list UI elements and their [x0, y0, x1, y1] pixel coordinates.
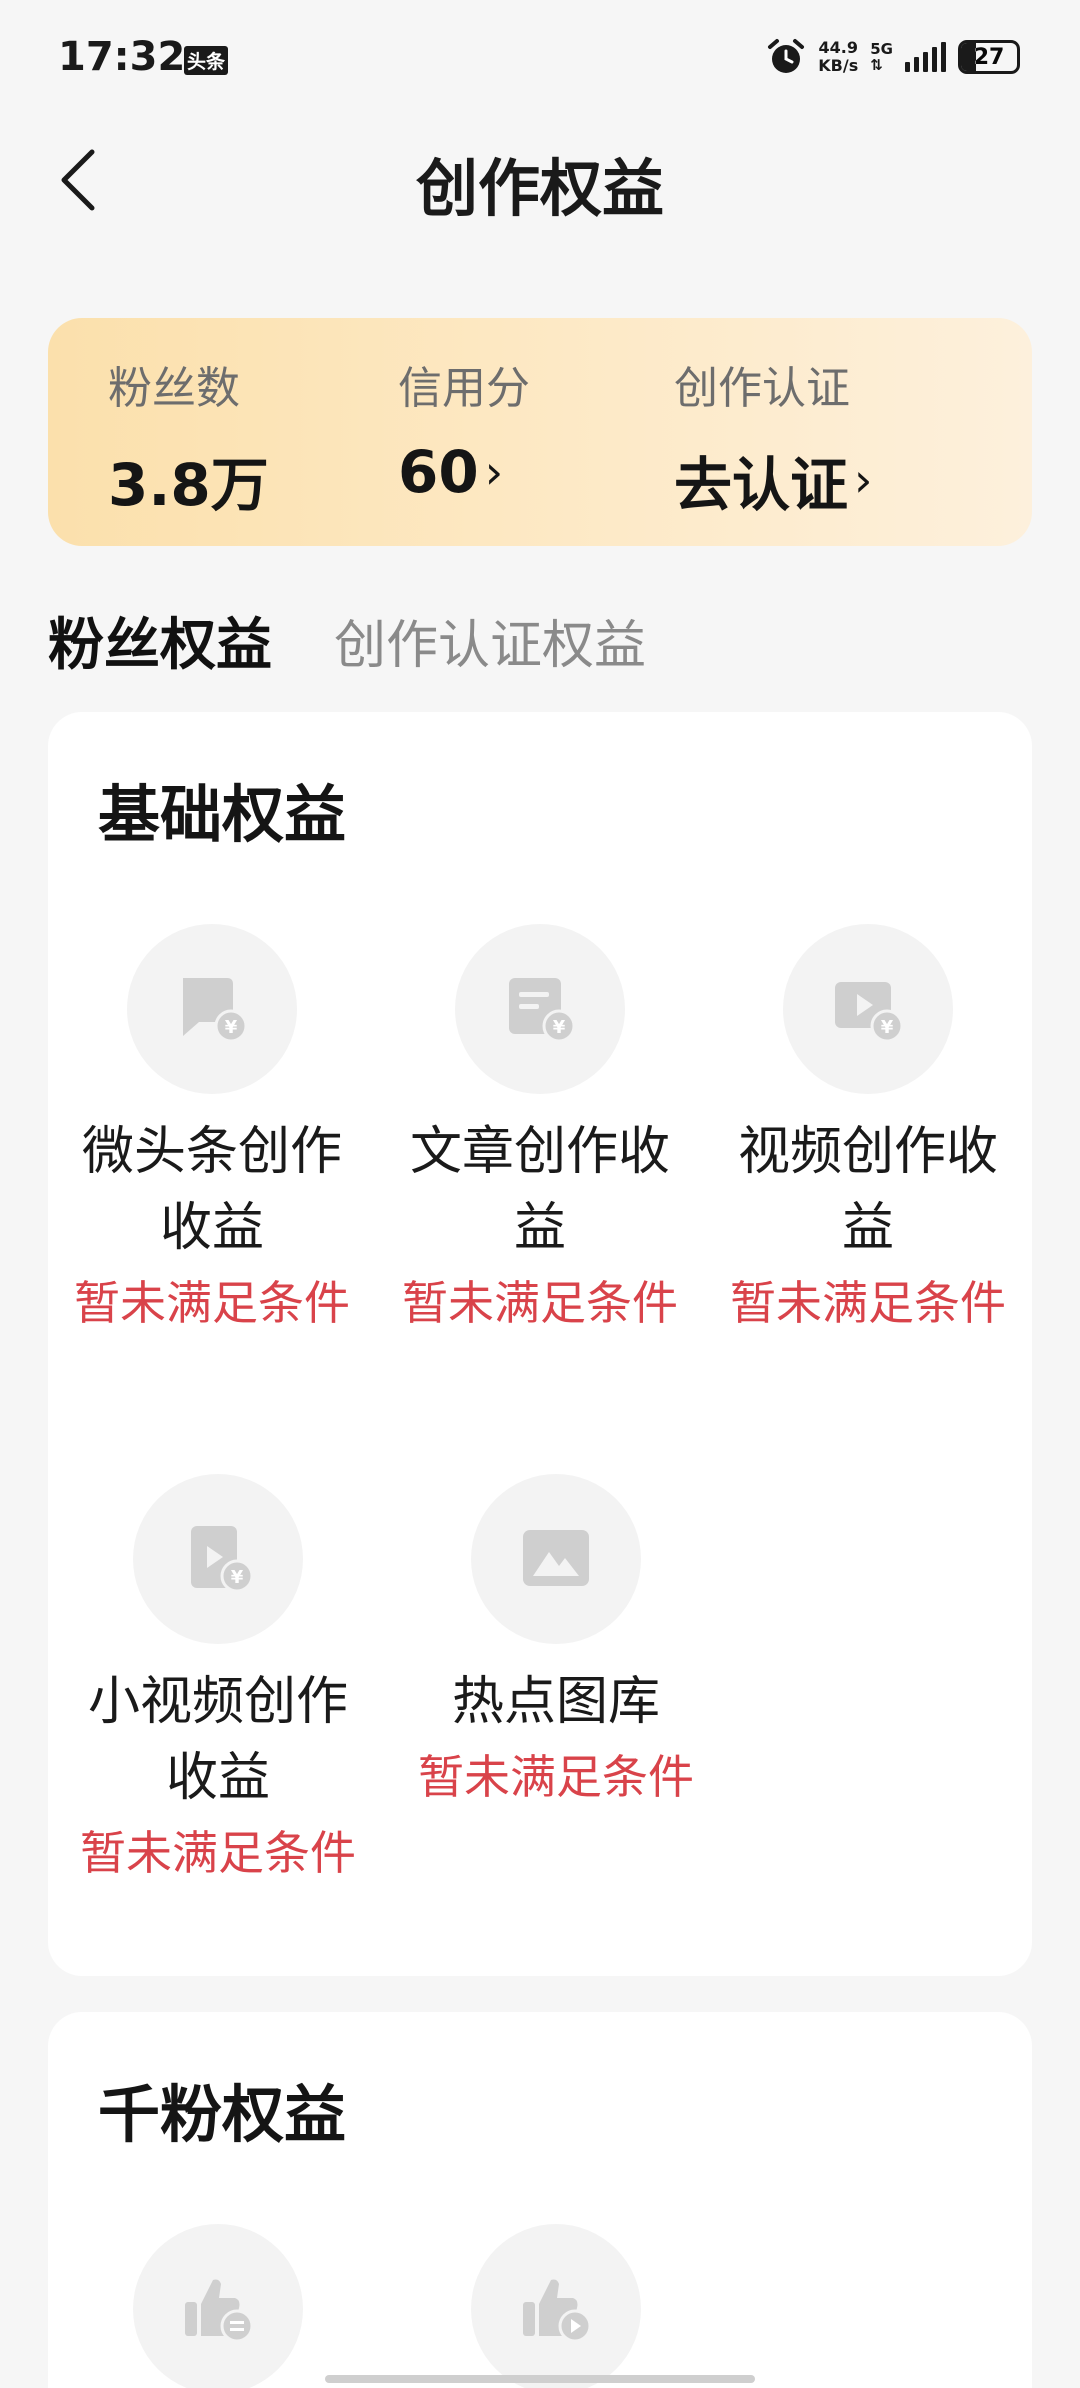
benefit-name: 视频创作收益	[737, 1122, 998, 1258]
benefit-item-micro-post-earnings[interactable]: ¥ 微头条创作收益 暂未满足条件	[62, 924, 362, 1334]
benefit-name: 文章创作收益	[409, 1122, 670, 1258]
thumbs-up-article-icon	[185, 2279, 254, 2343]
benefit-icon-wrap: ¥	[783, 924, 953, 1094]
home-indicator[interactable]	[325, 2375, 755, 2383]
thousand-fan-benefit-item[interactable]	[68, 2224, 368, 2388]
benefit-icon-wrap: ¥	[455, 924, 625, 1094]
chevron-right-icon: ›	[854, 453, 873, 507]
benefit-name: 小视频创作收益	[87, 1672, 348, 1808]
page-title: 创作权益	[415, 152, 664, 225]
status-indicators: 44.9 KB/s 5G ⇅ 27	[766, 36, 1020, 78]
benefit-icon-wrap	[471, 2224, 641, 2388]
navigation-bar: 创作权益	[0, 120, 1080, 240]
benefit-item-short-video-earnings[interactable]: ¥ 小视频创作收益 暂未满足条件	[68, 1474, 368, 1884]
network-type-label: 5G	[870, 40, 893, 58]
status-bar: 17:32 头条 44.9 KB/s 5G ⇅ 27	[0, 0, 1080, 110]
fans-value-row: 3.8万	[108, 438, 269, 522]
creator-stats-card: 粉丝数 3.8万 信用分 60 › 创作认证 去认证 ›	[48, 318, 1032, 546]
fans-stat: 粉丝数 3.8万	[108, 352, 269, 522]
go-certify-link[interactable]: 去认证 ›	[674, 438, 872, 522]
status-time: 17:32	[58, 34, 186, 80]
network-speed-value: 44.9	[818, 38, 858, 57]
fans-label: 粉丝数	[108, 363, 240, 414]
credit-score-value-row[interactable]: 60 ›	[398, 438, 530, 506]
article-yuan-icon: ¥	[509, 978, 576, 1043]
section-title: 千粉权益	[98, 2078, 347, 2151]
benefit-status: 暂未满足条件	[418, 1750, 694, 1804]
benefit-icon-wrap: ¥	[127, 924, 297, 1094]
alarm-clock-icon	[768, 39, 805, 73]
benefit-status: 暂未满足条件	[730, 1276, 1006, 1330]
data-arrows-icon: ⇅	[870, 56, 883, 74]
benefit-name: 热点图库	[451, 1672, 660, 1732]
chat-bubble-yuan-icon: ¥	[183, 978, 248, 1043]
benefit-icon-wrap	[133, 2224, 303, 2388]
benefit-tabs: 粉丝权益 创作认证权益	[48, 600, 646, 680]
network-speed: 44.9 KB/s	[818, 39, 858, 75]
benefit-status: 暂未满足条件	[402, 1276, 678, 1330]
certification-label: 创作认证	[674, 363, 850, 414]
thousand-fan-benefit-item[interactable]	[406, 2224, 706, 2388]
tab-certification-benefits[interactable]: 创作认证权益	[334, 603, 646, 678]
creator-certification-stat[interactable]: 创作认证 去认证 ›	[674, 352, 872, 522]
screen: 17:32 头条 44.9 KB/s 5G ⇅ 27 创作权益 粉丝数 3.8万…	[0, 0, 1080, 2388]
section-title: 基础权益	[98, 778, 347, 851]
benefit-name: 微头条创作收益	[81, 1122, 342, 1258]
credit-score-label: 信用分	[398, 363, 530, 414]
network-speed-unit: KB/s	[818, 56, 859, 75]
credit-score-stat[interactable]: 信用分 60 ›	[398, 352, 530, 506]
thumbs-up-video-icon	[523, 2279, 592, 2343]
benefit-item-article-earnings[interactable]: ¥ 文章创作收益 暂未满足条件	[390, 924, 690, 1334]
chevron-right-icon: ›	[484, 445, 504, 499]
network-type: 5G ⇅	[870, 41, 893, 73]
toutiao-app-badge: 头条	[184, 46, 229, 75]
benefit-item-hot-image-library[interactable]: 热点图库 暂未满足条件	[406, 1474, 706, 1808]
svg-text:¥: ¥	[881, 1017, 894, 1038]
battery-icon: 27	[958, 40, 1020, 74]
thousand-fan-benefits-card: 千粉权益	[48, 2012, 1032, 2388]
svg-text:¥: ¥	[231, 1567, 244, 1588]
short-video-yuan-icon: ¥	[191, 1526, 254, 1593]
benefit-item-video-earnings[interactable]: ¥ 视频创作收益 暂未满足条件	[718, 924, 1018, 1334]
fans-value: 3.8万	[108, 451, 269, 519]
benefit-status: 暂未满足条件	[80, 1826, 356, 1880]
credit-score-value: 60	[398, 438, 479, 506]
signal-strength-icon	[905, 42, 946, 72]
benefit-icon-wrap	[471, 1474, 641, 1644]
svg-text:¥: ¥	[225, 1017, 238, 1038]
benefit-status: 暂未满足条件	[74, 1276, 350, 1330]
tab-fan-benefits[interactable]: 粉丝权益	[48, 600, 272, 681]
basic-benefits-card: 基础权益 ¥ 微头条创作收益 暂未满足条件 ¥ 文章创作收益 暂未满足条件 ¥ …	[48, 712, 1032, 1976]
image-gallery-icon	[523, 1530, 589, 1586]
video-yuan-icon: ¥	[835, 982, 904, 1043]
battery-level: 27	[973, 45, 1005, 70]
go-certify-label: 去认证	[674, 451, 849, 519]
svg-text:¥: ¥	[553, 1017, 566, 1038]
benefit-icon-wrap: ¥	[133, 1474, 303, 1644]
